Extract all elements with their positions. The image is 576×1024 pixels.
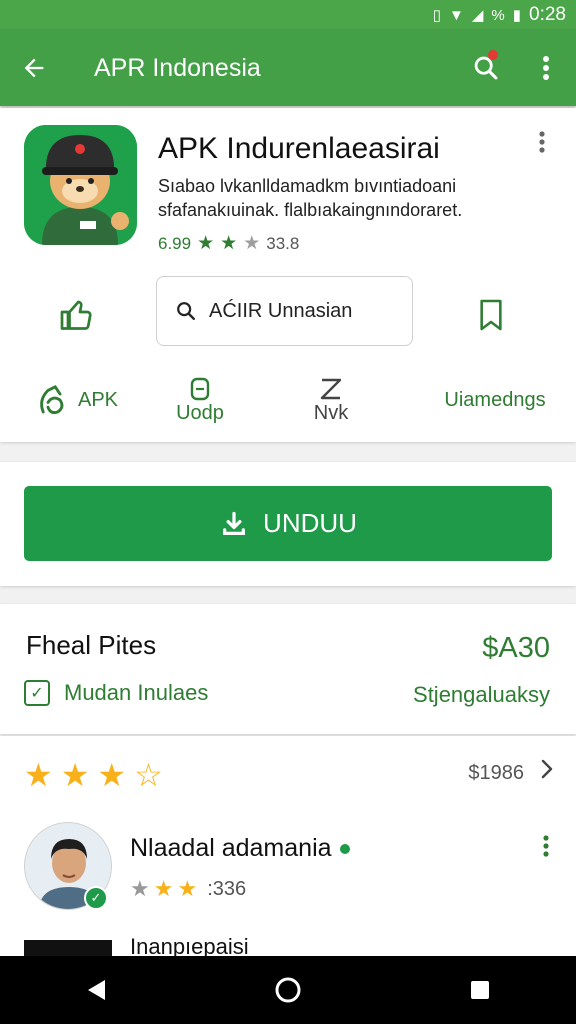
bookmark-icon [480,299,502,331]
status-time: 0:28 [529,4,566,25]
feature-link[interactable]: Stjengaluaksy [413,682,550,708]
price-value: $A30 [482,632,550,664]
search-input[interactable]: AĆIIR Unnasian [156,276,413,346]
battery-icon: ▮ [512,7,522,24]
check-icon: ✓ [24,680,50,706]
app-info-card: APK Indurenlaeasirai Sıabao lvkanlldamad… [0,108,576,442]
feature-checkbox[interactable]: ✓ Mudan Inulaes [24,680,208,706]
app-bar-title: APR Indonesia [94,53,261,82]
star-icon: ★ [60,757,90,793]
online-indicator [339,843,350,854]
nav-recents-button[interactable] [440,960,520,1020]
star-icon: ★ [197,233,215,254]
mascot-illustration [24,125,137,245]
search-value: AĆIIR Unnasian [209,299,353,322]
star-icon: ★ [97,757,127,793]
app-bar: APR Indonesia [0,30,576,106]
star-icon: ★ [130,876,150,901]
reviewer-rating-count: :336 [207,877,247,900]
wifi-icon: ▼ [449,6,464,24]
tab-nvk[interactable]: Nvk [296,370,366,430]
star-icon: ★ [243,233,261,254]
back-button[interactable] [0,30,68,106]
triangle-back-icon [88,980,105,1000]
search-button[interactable] [456,30,516,106]
battery-percent: % [491,6,505,24]
download-icon [223,511,246,535]
app-description: Sıabao lvkanlldamadkm bıvıntiadoani sfaf… [158,176,463,220]
chevron-right-icon [541,759,553,779]
app-rating-count: 33.8 [266,233,300,253]
review-more-button[interactable] [542,834,550,865]
status-bar: ▯ ▼ ◢ % ▮ 0:28 [0,0,576,30]
install-button[interactable]: UNDUU [24,486,552,561]
reviews-expand-button[interactable] [540,756,554,787]
tab-apk-label: APK [77,388,119,411]
notification-dot [488,50,498,60]
tab-uodp[interactable]: Uodp [160,370,240,430]
feature-label: Mudan Inulaes [64,680,209,705]
tab-uiamedngs-label: Uiamedngs [444,388,546,411]
nav-back-button[interactable] [56,960,136,1020]
price-title: Fheal Pites [26,630,157,660]
tab-apk[interactable]: APK [22,370,132,430]
star-half-icon: ☆ [134,757,163,793]
tab-uodp-label: Uodp [176,401,224,424]
install-card: UNDUU [0,462,576,586]
search-icon [177,302,195,320]
app-logo [24,125,137,245]
reviewer-rating: ★ ★ ★ :336 [130,876,246,902]
reviewer-name-text: Nlaadal adamania [130,834,332,862]
app-rating: 6.99 ★ ★ ★ 33.8 [158,232,299,255]
reviewer-name: Nlaadal adamania [130,834,350,863]
thumbs-up-icon [60,300,92,330]
overflow-menu-button[interactable] [516,30,576,106]
rating-stars: ★ ★ ★ ☆ [24,756,163,794]
z-icon [320,378,342,399]
tab-nvk-label: Nvk [313,401,349,424]
vibrate-icon: ▯ [432,7,441,24]
reviews-card: ★ ★ ★ ☆ $1986 ✓ Nlaadal adamania ★ ★ ★ :… [0,736,576,960]
system-nav-bar [0,956,576,1024]
square-recents-icon [471,981,489,999]
tab-uiamedngs[interactable]: Uiamedngs [430,370,560,430]
star-icon: ★ [153,876,174,901]
more-vert-icon [539,131,545,153]
star-icon: ★ [24,757,53,793]
price-card: Fheal Pites $A30 ✓ Mudan Inulaes Stjenga… [0,604,576,734]
star-icon: ★ [220,233,238,254]
more-vert-icon [543,56,549,80]
signal-icon: ◢ [471,7,484,24]
install-button-label: UNDUU [263,508,357,538]
apk-icon [40,385,64,415]
verified-icon: ✓ [84,886,108,910]
like-button[interactable] [52,290,102,340]
app-title: APK Indurenlaeasirai [158,132,440,165]
more-vert-icon [543,835,549,857]
circle-home-icon [275,977,301,1003]
document-icon [190,377,210,400]
bookmark-button[interactable] [466,290,516,340]
nav-home-button[interactable] [248,960,328,1020]
app-rating-value: 6.99 [158,233,192,253]
arrow-left-icon [24,58,44,78]
rating-count: $1986 [468,762,524,784]
app-more-button[interactable] [538,130,546,161]
star-icon: ★ [177,876,198,901]
